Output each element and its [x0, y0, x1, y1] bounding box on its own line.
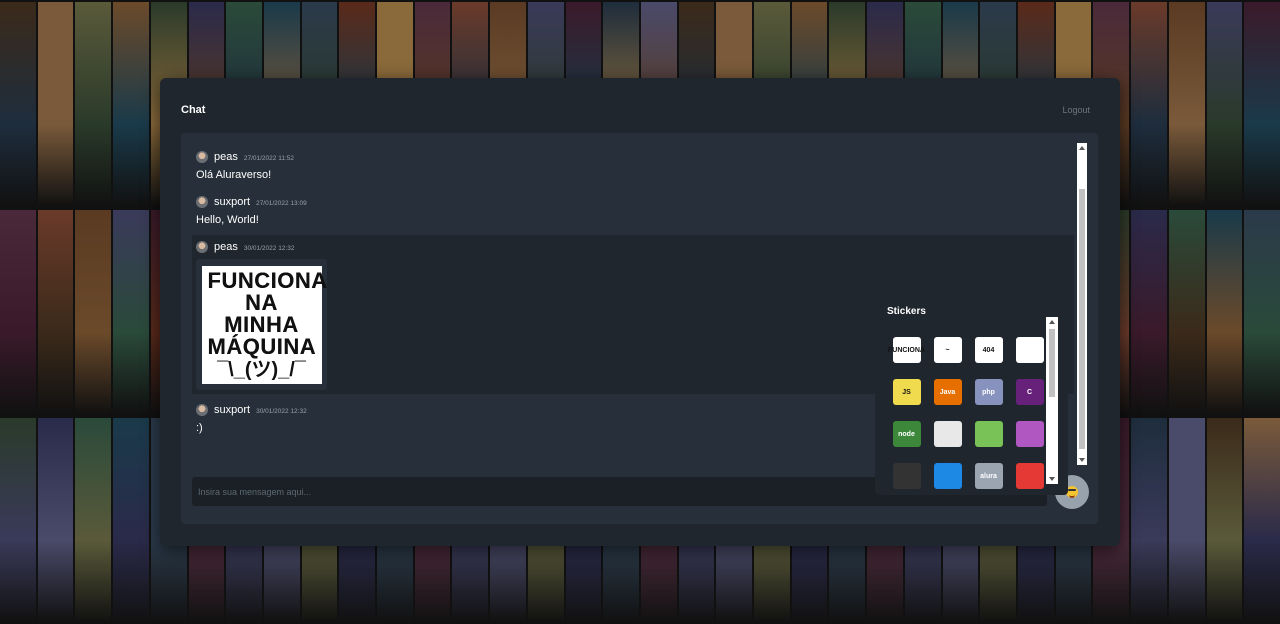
hero-portrait-strip	[0, 418, 36, 622]
avatar[interactable]	[196, 151, 208, 163]
sticker-option-alura[interactable]: alura	[969, 456, 1008, 496]
sticker-option-funciona-na-minha-maquina[interactable]: FUNCIONA	[887, 330, 926, 370]
scroll-down-icon[interactable]	[1079, 458, 1085, 462]
message-username: peas	[214, 241, 238, 253]
hero-portrait-strip	[75, 210, 112, 414]
sticker-option-blue-robot[interactable]	[928, 456, 967, 496]
error-404-icon: 404	[974, 337, 1003, 363]
hero-portrait-strip	[1244, 210, 1280, 414]
android-badge-icon	[974, 421, 1003, 447]
hero-portrait-strip	[75, 418, 112, 622]
message-item: peas 27/01/2022 11:52 Olá Aluraverso!	[192, 145, 1074, 187]
hero-portrait-strip	[1206, 418, 1243, 622]
stickers-popup: Stickers FUNCIONA ~404 JS Java php Cnode alura	[875, 294, 1068, 495]
hero-portrait-strip	[37, 210, 74, 414]
hero-portrait-strip	[1131, 210, 1167, 414]
hero-portrait-strip	[0, 210, 36, 414]
sticker-option-csharp[interactable]: C	[1010, 372, 1049, 412]
funciona-na-minha-maquina-icon: FUNCIONA	[888, 337, 925, 363]
sticker-option-purple-badge[interactable]	[1010, 414, 1049, 454]
sticker-option-java[interactable]: Java	[928, 372, 967, 412]
hero-portrait-strip	[1244, 418, 1280, 622]
hero-portrait-strip	[113, 418, 149, 622]
sticker-shrug: ¯\_(ツ)_/¯	[217, 358, 306, 381]
hero-portrait-strip	[1206, 2, 1243, 206]
sticker-grid: FUNCIONA ~404 JS Java php Cnode alura	[887, 330, 1049, 489]
octocat-dark-icon	[892, 463, 921, 489]
octocat-sticker-icon: ~	[933, 337, 962, 363]
hero-portrait-strip	[75, 2, 112, 206]
avatar[interactable]	[196, 196, 208, 208]
scrollbar-thumb[interactable]	[1049, 329, 1055, 397]
hero-portrait-strip	[1168, 210, 1205, 414]
hero-portrait-strip	[1168, 418, 1205, 622]
message-text: Hello, World!	[196, 214, 259, 226]
hero-portrait-strip	[37, 2, 74, 206]
scrollbar-thumb[interactable]	[1079, 189, 1085, 449]
message-sticker: FUNCIONA NA MINHA MÁQUINA ¯\_(ツ)_/¯	[196, 259, 327, 390]
hero-portrait-strip	[113, 210, 149, 414]
message-date: 27/01/2022 13:09	[256, 199, 307, 207]
ghost-white-icon	[933, 421, 962, 447]
hero-portrait-strip	[1131, 2, 1167, 206]
message-date: 30/01/2022 12:32	[256, 407, 307, 415]
scroll-up-icon[interactable]	[1049, 320, 1055, 324]
chat-header: Chat Logout	[181, 104, 1090, 116]
avatar[interactable]	[196, 404, 208, 416]
sticker-option-octocat-dark[interactable]	[887, 456, 926, 496]
sticker-text-line: FUNCIONA	[207, 267, 328, 293]
message-username: peas	[214, 151, 238, 163]
avatar[interactable]	[196, 241, 208, 253]
message-username: suxport	[214, 404, 251, 416]
scroll-down-icon[interactable]	[1049, 477, 1055, 481]
message-scrollbar[interactable]	[1077, 143, 1087, 465]
sticker-option-php[interactable]: php	[969, 372, 1008, 412]
page-title: Chat	[181, 104, 206, 116]
csharp-icon: C	[1015, 379, 1044, 405]
funciona-sticker-image: FUNCIONA NA MINHA MÁQUINA ¯\_(ツ)_/¯	[201, 265, 328, 384]
sticker-option-android-badge[interactable]	[969, 414, 1008, 454]
alura-icon: alura	[974, 463, 1003, 489]
sticker-option-red-banner[interactable]	[1010, 456, 1049, 496]
sticker-option-error-404[interactable]: 404	[969, 330, 1008, 370]
sticker-text-line: NA MINHA	[224, 289, 299, 337]
stickers-title: Stickers	[887, 306, 926, 317]
sticker-option-javascript[interactable]: JS	[887, 372, 926, 412]
javascript-icon: JS	[892, 379, 921, 405]
hero-portrait-strip	[113, 2, 149, 206]
sticker-text-line: MÁQUINA	[207, 333, 317, 359]
scroll-up-icon[interactable]	[1079, 146, 1085, 150]
blue-robot-icon	[933, 463, 962, 489]
purple-badge-icon	[1015, 421, 1044, 447]
message-item: suxport 27/01/2022 13:09 Hello, World!	[192, 190, 1074, 232]
hero-portrait-strip	[0, 2, 36, 206]
message-username: suxport	[214, 196, 251, 208]
java-icon: Java	[933, 379, 962, 405]
browser-window-icon	[1015, 337, 1044, 363]
hero-portrait-strip	[1168, 2, 1205, 206]
message-text: Olá Aluraverso!	[196, 169, 272, 181]
hero-portrait-strip	[1244, 2, 1280, 206]
sticker-option-nodejs[interactable]: node	[887, 414, 926, 454]
logout-button[interactable]: Logout	[1062, 104, 1090, 116]
sticker-option-browser-window[interactable]	[1010, 330, 1049, 370]
hero-portrait-strip	[1206, 210, 1243, 414]
red-banner-icon	[1015, 463, 1044, 489]
php-icon: php	[974, 379, 1003, 405]
message-date: 30/01/2022 12:32	[243, 244, 295, 252]
hero-portrait-strip	[37, 418, 74, 622]
sticker-option-octocat-sticker[interactable]: ~	[928, 330, 967, 370]
stickers-scrollbar[interactable]	[1046, 317, 1058, 484]
message-date: 27/01/2022 11:52	[243, 154, 294, 162]
nodejs-icon: node	[892, 421, 921, 447]
hero-portrait-strip	[1131, 418, 1167, 622]
sticker-option-ghost-white[interactable]	[928, 414, 967, 454]
